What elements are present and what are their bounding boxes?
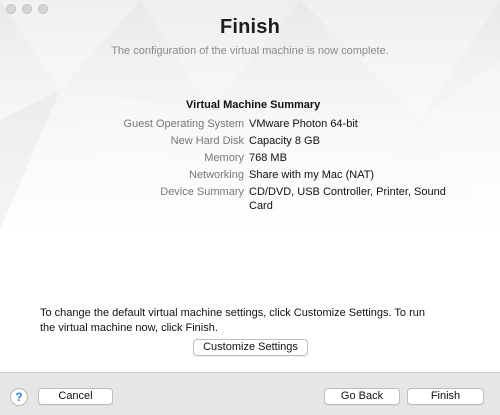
bottom-button-bar: ? Cancel Go Back Finish — [0, 372, 500, 415]
summary-key: New Hard Disk — [170, 135, 244, 147]
go-back-button[interactable]: Go Back — [324, 388, 400, 405]
summary-value: Share with my Mac (NAT) — [249, 169, 375, 181]
summary-value: CD/DVD, USB Controller, Printer, Sound C… — [249, 186, 446, 212]
summary-value: 768 MB — [249, 152, 287, 164]
summary-heading: Virtual Machine Summary — [186, 99, 321, 111]
question-mark-icon[interactable]: ? — [10, 388, 28, 406]
page-subtitle: The configuration of the virtual machine… — [111, 45, 389, 57]
window-controls — [6, 4, 48, 14]
summary-value: Capacity 8 GB — [249, 135, 320, 147]
summary-key: Device Summary — [160, 186, 244, 198]
wizard-window: Finish The configuration of the virtual … — [0, 0, 500, 415]
minimize-window-button[interactable] — [22, 4, 32, 14]
zoom-window-button[interactable] — [38, 4, 48, 14]
instructions-text: To change the default virtual machine se… — [40, 307, 425, 334]
summary-value: VMware Photon 64-bit — [249, 118, 358, 130]
page-title: Finish — [219, 16, 281, 38]
summary-key: Networking — [188, 169, 244, 181]
summary-key: Guest Operating System — [123, 118, 244, 130]
summary-key: Memory — [204, 152, 244, 164]
cancel-button[interactable]: Cancel — [38, 388, 113, 405]
close-window-button[interactable] — [6, 4, 16, 14]
finish-button[interactable]: Finish — [407, 388, 484, 405]
customize-settings-button[interactable]: Customize Settings — [193, 339, 308, 356]
